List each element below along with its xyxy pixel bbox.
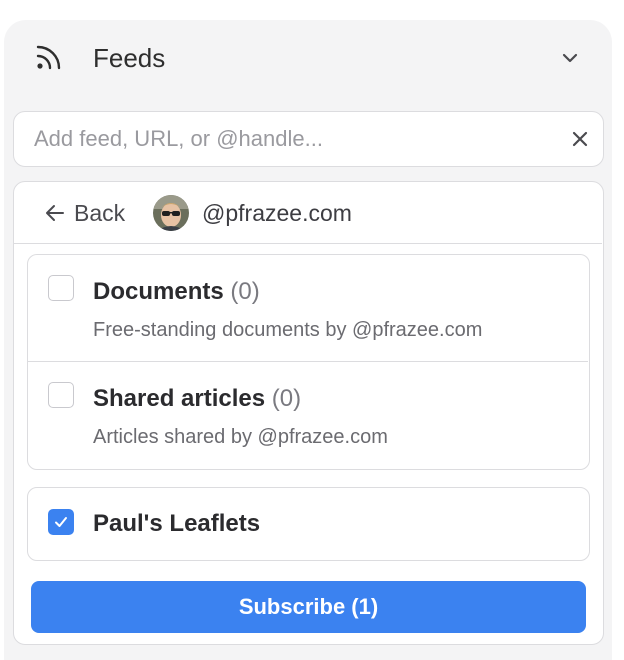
chevron-down-icon[interactable] [558,46,582,70]
back-button[interactable]: Back [44,196,125,230]
feed-option-title: Documents (0) [93,278,260,305]
shared-articles-checkbox[interactable] [48,382,74,408]
arrow-left-icon [46,205,64,221]
leaflets-group: Paul's Leaflets [27,487,590,561]
checkmark-icon [55,517,67,527]
feed-option-title: Paul's Leaflets [93,510,261,537]
feed-option-title: Shared articles (0) [93,385,302,412]
feed-search-input[interactable] [34,112,554,165]
subscribe-card: Back @pfrazee.com Documents (0) Free-sta… [13,181,604,645]
subscribe-button[interactable]: Subscribe (1) [31,581,586,633]
feed-option-shared-articles[interactable]: Shared articles (0) Articles shared by @… [28,362,588,469]
back-label: Back [74,199,126,226]
feed-option-documents[interactable]: Documents (0) Free-standing documents by… [28,255,588,362]
feed-option-description: Articles shared by @pfrazee.com [93,426,388,448]
feed-option-pauls-leaflets[interactable]: Paul's Leaflets [28,488,588,560]
rss-feed-icon [36,45,61,70]
close-icon[interactable] [569,128,591,150]
feeds-header[interactable]: Feeds [4,20,612,96]
feed-option-description: Free-standing documents by @pfrazee.com [93,319,483,341]
profile-handle: @pfrazee.com [202,200,352,226]
feed-options-group: Documents (0) Free-standing documents by… [27,254,590,470]
avatar [153,195,189,231]
card-header: Back @pfrazee.com [14,182,602,244]
feed-search-box [13,111,604,167]
documents-checkbox[interactable] [48,275,74,301]
feeds-panel: Feeds Back [4,20,612,660]
pauls-leaflets-checkbox[interactable] [48,509,74,535]
panel-title: Feeds [93,43,166,73]
